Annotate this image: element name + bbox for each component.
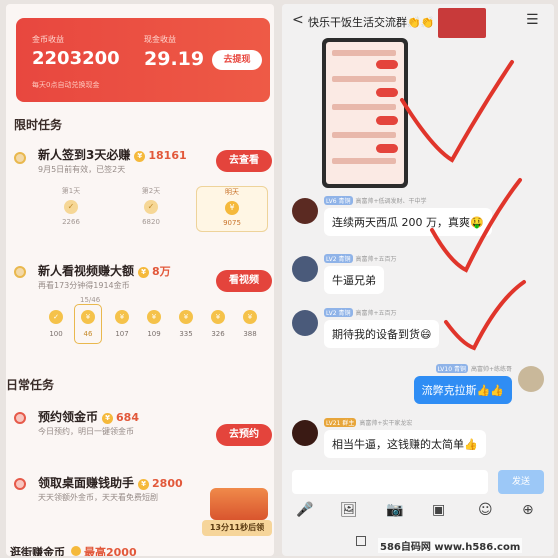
box-icon[interactable]: ▣ — [432, 502, 445, 518]
task-reward: 18161 — [148, 149, 187, 162]
stage-item: ¥335 — [172, 310, 200, 338]
task-subtitle: 9月5日前有效，已签2天 — [38, 165, 126, 174]
stage-item: ¥326 — [204, 310, 232, 338]
task-title: 预约领金币 ¥684 — [38, 410, 139, 424]
coin-icon — [71, 546, 81, 556]
chat-input-bar: 发送 — [282, 466, 554, 498]
mic-icon[interactable]: 🎤 — [296, 502, 313, 518]
cash-value: 29.19 — [144, 48, 205, 70]
chat-toolbar: 🎤 🖼 📷 ▣ ☺ ⊕ — [282, 498, 554, 526]
screenshot-root: 金币收益 2203200 现金收益 29.19 去提现 每天0点自动兑换现金 限… — [0, 0, 558, 558]
sender-meta: LV2 青铜 高富帅+五百万 — [324, 254, 397, 263]
task-title: 新人看视频赚大额 ¥8万 — [38, 264, 171, 278]
menu-icon[interactable]: ☰ — [526, 12, 539, 28]
coin-label: 金币收益 — [32, 35, 64, 44]
image-icon[interactable]: 🖼 — [340, 502, 358, 518]
task-reward: 最高2000 — [84, 546, 137, 556]
recents-icon[interactable] — [356, 536, 366, 546]
avatar[interactable] — [292, 310, 318, 336]
day-tomorrow[interactable]: 明天 ¥9075 — [196, 186, 268, 232]
message-bubble[interactable]: 相当牛逼，这钱赚的太简单👍 — [324, 430, 486, 458]
signin-days: 第1天 ✓ 2266 第2天 ✓ 6820 明天 ¥9075 — [36, 186, 274, 232]
stage-item: ¥107 — [108, 310, 136, 338]
camera-icon[interactable]: 📷 — [386, 502, 403, 518]
coin-icon: ¥ — [138, 267, 150, 278]
back-arrow-icon[interactable]: < — [292, 12, 304, 28]
coin-icon: ¥ — [138, 479, 150, 490]
view-button[interactable]: 去查看 — [216, 150, 272, 172]
stage-item: ¥388 — [236, 310, 264, 338]
reserve-button[interactable]: 去预约 — [216, 424, 272, 446]
task-title: 新人签到3天必赚 ¥18161 — [38, 148, 187, 162]
stage-item-current[interactable]: ¥46 — [74, 304, 102, 344]
avatar[interactable] — [292, 198, 318, 224]
coin-icon: ¥ — [134, 151, 146, 162]
countdown-timer: 13分11秒后领 — [202, 520, 272, 536]
group-thumbnail[interactable] — [438, 8, 486, 38]
task-dot-icon — [14, 266, 26, 278]
task-signin: 新人签到3天必赚 ¥18161 9月5日前有效，已签2天 去查看 — [6, 146, 274, 186]
cash-label: 现金收益 — [144, 35, 176, 44]
coin-value: 2203200 — [32, 48, 120, 69]
sender-meta: LV6 青铜 高富帅+低调发财、干中学 — [324, 196, 427, 205]
sender-meta: LV10 青铜 高富帅+练练哥 — [435, 364, 512, 373]
sender-meta: LV21 群主 高富帅+实干家龙宏 — [324, 418, 413, 427]
treasure-chest-icon[interactable] — [210, 488, 268, 520]
avatar[interactable] — [292, 256, 318, 282]
group-title: 快乐干饭生活交流群👏👏 — [308, 16, 435, 29]
message-input[interactable] — [292, 470, 488, 494]
coin-icon: ¥ — [102, 413, 114, 424]
send-button[interactable]: 发送 — [498, 470, 544, 494]
task-reserve: 预约领金币 ¥684 今日预约，明日一键领金币 去预约 — [6, 408, 274, 448]
stage-item: ¥109 — [140, 310, 168, 338]
left-phone-screen: 金币收益 2203200 现金收益 29.19 去提现 每天0点自动兑换现金 限… — [6, 4, 274, 556]
task-title: 领取桌面赚钱助手 ¥2800 — [38, 476, 183, 490]
chat-header: < 快乐干饭生活交流群👏👏 ☰ — [282, 4, 554, 38]
plus-icon[interactable]: ⊕ — [522, 502, 534, 518]
message-bubble[interactable]: 期待我的设备到货😄 — [324, 320, 440, 348]
right-phone-screen: < 快乐干饭生活交流群👏👏 ☰ LV6 青铜 高富帅+低调发财、干中学 连续两天西… — [282, 4, 554, 556]
day-1: 第1天 ✓ 2266 — [61, 187, 81, 226]
task-reward: 2800 — [152, 477, 183, 490]
emoji-icon[interactable]: ☺ — [478, 502, 493, 518]
task-reward: 684 — [116, 411, 139, 424]
message-bubble[interactable]: 牛逼兄弟 — [324, 266, 384, 294]
sender-meta: LV2 青铜 高富帅+五百万 — [324, 308, 397, 317]
avatar[interactable] — [292, 420, 318, 446]
gift-icon — [14, 478, 26, 490]
calendar-icon — [14, 412, 26, 424]
daily-tasks-heading: 日常任务 — [6, 378, 55, 392]
earnings-card: 金币收益 2203200 现金收益 29.19 去提现 每天0点自动兑换现金 — [16, 18, 270, 102]
task-subtitle: 今日预约，明日一键领金币 — [38, 427, 134, 436]
task-subtitle: 再看173分钟得1914金币 — [38, 281, 130, 290]
watermark: 586自码网 www.h586.com — [378, 538, 523, 553]
video-stages: 15/46 ✓ 100 ¥46 ¥107 ¥109 ¥335 ¥326 ¥388 — [42, 296, 274, 356]
watch-video-button[interactable]: 看视频 — [216, 270, 272, 292]
message-bubble[interactable]: 连续两天西瓜 200 万，真爽🤑 — [324, 208, 492, 236]
auto-exchange-note: 每天0点自动兑换现金 — [32, 81, 100, 89]
task-dot-icon — [14, 152, 26, 164]
progress-text: 15/46 — [80, 296, 101, 304]
task-subtitle: 天天领额外金币，天天看免费短剧 — [38, 493, 158, 502]
withdraw-button[interactable]: 去提现 — [212, 50, 262, 70]
avatar[interactable] — [518, 366, 544, 392]
task-video: 新人看视频赚大额 ¥8万 再看173分钟得1914金币 看视频 — [6, 260, 274, 300]
task-reward: 8万 — [152, 265, 171, 278]
limited-tasks-heading: 限时任务 — [14, 118, 63, 132]
stage-item: ✓ 100 — [42, 310, 70, 338]
shared-screenshot-image[interactable] — [322, 38, 408, 188]
message-bubble[interactable]: 流弊克拉斯👍👍 — [413, 376, 512, 404]
task-shopping: 逛街赚金币 最高2000 — [10, 544, 137, 556]
day-2: 第2天 ✓ 6820 — [141, 187, 161, 226]
